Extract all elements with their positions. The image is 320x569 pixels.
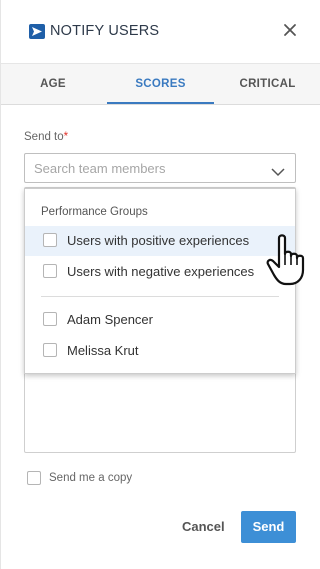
option-adam-spencer[interactable]: Adam Spencer — [25, 305, 295, 335]
divider — [41, 296, 279, 297]
tab-age[interactable]: AGE — [1, 64, 105, 104]
required-marker: * — [63, 131, 69, 143]
panel-header: NOTIFY USERS — [1, 0, 320, 64]
chevron-down-icon[interactable] — [271, 164, 285, 182]
cancel-button[interactable]: Cancel — [182, 519, 225, 534]
tab-scores[interactable]: SCORES — [107, 64, 214, 104]
search-input[interactable] — [34, 160, 254, 176]
send-copy-label: Send me a copy — [49, 472, 133, 484]
close-icon[interactable] — [282, 22, 298, 38]
checkbox[interactable] — [43, 264, 57, 278]
send-to-label: Send to* — [24, 131, 68, 143]
tab-bar: AGE SCORES CRITICAL — [1, 64, 320, 105]
send-button[interactable]: Send — [241, 511, 296, 543]
panel-title: NOTIFY USERS — [50, 23, 160, 39]
option-positive-experiences[interactable]: Users with positive experiences — [25, 226, 295, 256]
send-to-text: Send to — [24, 131, 64, 143]
option-label: Melissa Krut — [67, 343, 139, 358]
performance-groups-heading: Performance Groups — [41, 206, 148, 218]
checkbox[interactable] — [43, 312, 57, 326]
send-arrow-icon — [29, 24, 45, 39]
option-label: Users with positive experiences — [67, 233, 250, 248]
option-label: Adam Spencer — [67, 312, 153, 327]
tab-critical[interactable]: CRITICAL — [215, 64, 320, 104]
checkbox[interactable] — [43, 343, 57, 357]
option-negative-experiences[interactable]: Users with negative experiences — [25, 257, 295, 287]
notify-users-panel: NOTIFY USERS AGE SCORES CRITICAL Send to… — [0, 0, 320, 569]
checkbox[interactable] — [43, 233, 57, 247]
recipient-select[interactable] — [24, 153, 296, 183]
send-copy-checkbox[interactable] — [27, 471, 41, 485]
hand-pointer-icon — [265, 232, 319, 293]
recipient-dropdown: Performance Groups Users with positive e… — [24, 188, 296, 374]
option-label: Users with negative experiences — [67, 264, 255, 279]
option-melissa-krut[interactable]: Melissa Krut — [25, 336, 295, 366]
